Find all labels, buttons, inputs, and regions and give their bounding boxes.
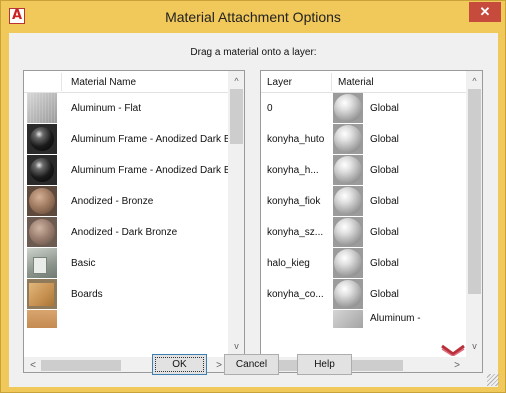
layer-name: konyha_h...	[267, 165, 319, 176]
layer-name: konyha_co...	[267, 289, 324, 300]
layer-list-row[interactable]: konyha_fiok Global	[261, 186, 466, 217]
column-divider	[331, 73, 332, 91]
material-name: Aluminum Frame - Anodized Dark B	[71, 134, 231, 145]
help-button[interactable]: Help	[297, 354, 352, 375]
layer-list-row[interactable]: konyha_sz... Global	[261, 217, 466, 248]
layer-list-row[interactable]: konyha_huto Global	[261, 124, 466, 155]
layer-name: konyha_huto	[267, 134, 325, 145]
assigned-material: Global	[370, 196, 399, 207]
material-list-vertical-scrollbar[interactable]: ^ v	[228, 71, 244, 357]
material-swatch-icon	[27, 310, 57, 328]
material-swatch-icon	[27, 93, 57, 123]
material-list-item[interactable]: Basic	[24, 248, 228, 279]
material-list-header: Material Name	[24, 71, 228, 93]
material-name: Boards	[71, 289, 103, 300]
cancel-button[interactable]: Cancel	[224, 354, 279, 375]
scrollbar-thumb[interactable]	[230, 89, 243, 144]
layer-name: halo_kieg	[267, 258, 310, 269]
layer-list-horizontal-scrollbar[interactable]: < >	[261, 357, 466, 372]
layer-list-row[interactable]: halo_kieg Global	[261, 248, 466, 279]
material-swatch-icon	[333, 124, 363, 154]
material-swatch-icon	[27, 155, 57, 185]
material-list-item[interactable]: Anodized - Bronze	[24, 186, 228, 217]
dialog-body: Drag a material onto a layer: Material N…	[9, 33, 498, 387]
material-list-item[interactable]	[24, 310, 228, 328]
layer-name: konyha_sz...	[267, 227, 324, 238]
material-name-column-header[interactable]: Material Name	[71, 77, 136, 88]
ok-button[interactable]: OK	[152, 354, 207, 375]
help-button-label: Help	[314, 359, 335, 370]
material-name: Anodized - Dark Bronze	[71, 227, 178, 238]
material-name: Basic	[71, 258, 96, 269]
scroll-down-arrow-icon[interactable]: v	[228, 339, 244, 353]
title-bar[interactable]: A Material Attachment Options ✕	[1, 1, 505, 33]
layer-list-row[interactable]: konyha_h... Global	[261, 155, 466, 186]
scrollbar-corner	[466, 357, 482, 372]
material-name: Anodized - Bronze	[71, 196, 154, 207]
material-swatch-icon	[27, 279, 57, 309]
material-swatch-icon	[333, 93, 363, 123]
instruction-label: Drag a material onto a layer:	[190, 47, 317, 58]
assigned-material: Global	[370, 258, 399, 269]
assigned-material: Global	[370, 103, 399, 114]
material-swatch-icon	[333, 310, 363, 328]
layer-column-header[interactable]: Layer	[267, 77, 292, 88]
scroll-up-arrow-icon[interactable]: ^	[466, 74, 482, 88]
material-list[interactable]: Material Name Aluminum - Flat Aluminum F…	[23, 70, 245, 373]
layer-list[interactable]: Layer Material 0 Global konyha_huto Glob…	[260, 70, 483, 373]
material-list-item[interactable]: Aluminum Frame - Anodized Dark B	[24, 124, 231, 155]
material-swatch-icon	[27, 124, 57, 154]
scrollbar-thumb[interactable]	[41, 360, 121, 371]
focus-rectangle	[155, 357, 204, 372]
layer-list-row[interactable]: Aluminum -	[261, 310, 466, 328]
scroll-right-arrow-icon[interactable]: >	[450, 358, 464, 372]
layer-list-row[interactable]: 0 Global	[261, 93, 466, 124]
assigned-material: Aluminum -	[370, 313, 421, 324]
material-list-item[interactable]: Anodized - Dark Bronze	[24, 217, 228, 248]
scroll-up-arrow-icon[interactable]: ^	[228, 74, 244, 88]
resize-grip-icon[interactable]	[487, 374, 499, 386]
material-swatch-icon	[333, 248, 363, 278]
material-swatch-icon	[333, 217, 363, 247]
assigned-material: Global	[370, 134, 399, 145]
material-swatch-icon	[333, 186, 363, 216]
material-list-item[interactable]: Boards	[24, 279, 228, 310]
cancel-button-label: Cancel	[235, 359, 268, 370]
material-attachment-dialog: A Material Attachment Options ✕ Drag a m…	[0, 0, 506, 393]
scrollbar-thumb[interactable]	[468, 89, 481, 294]
material-swatch-icon	[333, 279, 363, 309]
remove-material-icon[interactable]	[441, 344, 465, 356]
material-name: Aluminum - Flat	[71, 103, 142, 114]
material-swatch-icon	[27, 186, 57, 216]
assigned-material: Global	[370, 289, 399, 300]
layer-name: konyha_fiok	[267, 196, 321, 207]
scroll-down-arrow-icon[interactable]: v	[466, 339, 482, 353]
material-name: Aluminum Frame - Anodized Dark B	[71, 165, 231, 176]
layer-list-header: Layer Material	[261, 71, 466, 93]
layer-list-vertical-scrollbar[interactable]: ^ v	[466, 71, 482, 357]
material-swatch-icon	[27, 217, 57, 247]
column-divider	[61, 73, 62, 91]
material-swatch-icon	[27, 248, 57, 278]
assigned-material: Global	[370, 165, 399, 176]
layer-name: 0	[267, 103, 273, 114]
window-title: Material Attachment Options	[165, 9, 341, 25]
material-list-item[interactable]: Aluminum - Flat	[24, 93, 228, 124]
assigned-material: Global	[370, 227, 399, 238]
close-button[interactable]: ✕	[469, 2, 501, 22]
material-list-item[interactable]: Aluminum Frame - Anodized Dark B	[24, 155, 231, 186]
material-swatch-icon	[333, 155, 363, 185]
scroll-left-arrow-icon[interactable]: <	[26, 358, 40, 372]
material-column-header[interactable]: Material	[338, 77, 374, 88]
layer-list-row[interactable]: konyha_co... Global	[261, 279, 466, 310]
